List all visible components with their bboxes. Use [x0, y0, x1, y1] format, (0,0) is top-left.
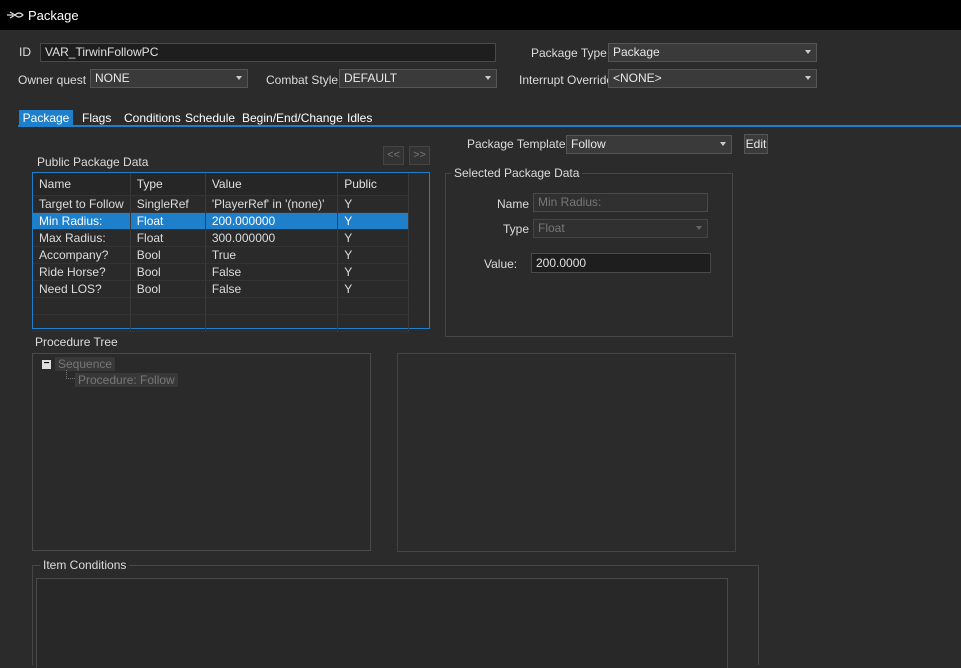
package-template-value: Follow — [571, 137, 606, 151]
collapse-icon[interactable]: − — [42, 359, 51, 369]
table-row-empty — [33, 314, 409, 332]
cell-name: Max Radius: — [33, 229, 131, 247]
selected-value-input[interactable]: 200.0000 — [531, 253, 711, 273]
combat-style-dropdown[interactable]: DEFAULT — [339, 69, 497, 88]
table-row[interactable]: Target to Follow SingleRef 'PlayerRef' i… — [33, 195, 409, 213]
id-input[interactable]: VAR_TirwinFollowPC — [40, 43, 496, 62]
selected-type-dropdown[interactable]: Float — [533, 219, 708, 238]
cell-type: Bool — [130, 280, 206, 298]
edit-button[interactable]: Edit — [744, 134, 768, 154]
chevron-down-icon — [236, 76, 242, 80]
chevron-down-icon — [805, 76, 811, 80]
cell-value: True — [205, 246, 339, 264]
procedure-tree-label: Procedure Tree — [35, 335, 118, 349]
app-icon — [7, 11, 24, 19]
cell-value: False — [205, 280, 339, 298]
cell-type: SingleRef — [130, 195, 206, 213]
selected-package-data-title: Selected Package Data — [451, 166, 583, 180]
cell-public: Y — [337, 263, 409, 281]
selected-value-label: Value: — [484, 257, 518, 271]
owner-quest-value: NONE — [95, 71, 130, 85]
owner-quest-label: Owner quest — [18, 73, 87, 87]
cell-name: Min Radius: — [33, 212, 131, 230]
chevron-down-icon — [720, 142, 726, 146]
cell-value: 'PlayerRef' in '(none)' — [205, 195, 339, 213]
table-row[interactable]: Max Radius: Float 300.000000 Y — [33, 229, 409, 247]
column-header-public[interactable]: Public — [337, 173, 409, 196]
package-type-dropdown[interactable]: Package — [608, 43, 817, 62]
column-header-value[interactable]: Value — [205, 173, 339, 196]
package-type-value: Package — [613, 45, 660, 59]
table-header-row: Name Type Value Public — [33, 173, 409, 196]
selected-type-label: Type — [503, 222, 530, 236]
cell-public: Y — [337, 195, 409, 213]
procedure-details-panel — [397, 353, 736, 552]
selected-name-field[interactable]: Min Radius: — [533, 193, 708, 212]
tab-idles[interactable]: Idles — [343, 110, 376, 126]
item-conditions-list[interactable] — [36, 578, 728, 668]
column-header-name[interactable]: Name — [33, 173, 131, 196]
tree-node-procedure[interactable]: Procedure: Follow — [75, 373, 178, 387]
cell-value: 300.000000 — [205, 229, 339, 247]
table-row[interactable]: Min Radius: Float 200.000000 Y — [33, 212, 409, 230]
combat-style-label: Combat Style — [266, 73, 339, 87]
interrupt-override-value: <NONE> — [613, 71, 662, 85]
selected-type-value: Float — [538, 221, 565, 235]
tab-begin-end-change[interactable]: Begin/End/Change — [238, 110, 347, 126]
table-row-empty — [33, 297, 409, 315]
item-conditions-title: Item Conditions — [40, 558, 130, 572]
public-package-data-label: Public Package Data — [37, 155, 149, 169]
id-label: ID — [19, 45, 31, 59]
table-row[interactable]: Need LOS? Bool False Y — [33, 280, 409, 298]
combat-style-value: DEFAULT — [344, 71, 398, 85]
chevron-down-icon — [696, 226, 702, 230]
package-type-label: Package Type — [531, 46, 607, 60]
table-row[interactable]: Ride Horse? Bool False Y — [33, 263, 409, 281]
cell-name: Target to Follow — [33, 195, 131, 213]
cell-type: Bool — [130, 246, 206, 264]
owner-quest-dropdown[interactable]: NONE — [90, 69, 248, 88]
chevron-down-icon — [485, 76, 491, 80]
tab-conditions[interactable]: Conditions — [120, 110, 185, 126]
cell-name: Ride Horse? — [33, 263, 131, 281]
cell-public: Y — [337, 229, 409, 247]
public-data-grid: Name Type Value Public Target to Follow … — [33, 173, 409, 332]
cell-type: Float — [130, 229, 206, 247]
cell-value: False — [205, 263, 339, 281]
tab-flags[interactable]: Flags — [78, 110, 115, 126]
prev-button[interactable]: << — [383, 146, 404, 165]
title-bar: Package — [0, 0, 961, 30]
package-template-label: Package Template — [467, 137, 566, 151]
interrupt-override-label: Interrupt Override — [519, 73, 614, 87]
chevron-down-icon — [805, 50, 811, 54]
cell-name: Need LOS? — [33, 280, 131, 298]
cell-name: Accompany? — [33, 246, 131, 264]
tree-connector — [66, 370, 75, 379]
cell-public: Y — [337, 280, 409, 298]
next-button[interactable]: >> — [409, 146, 430, 165]
cell-public: Y — [337, 212, 409, 230]
window-title: Package — [28, 8, 79, 23]
table-row[interactable]: Accompany? Bool True Y — [33, 246, 409, 264]
package-template-dropdown[interactable]: Follow — [566, 135, 732, 154]
selected-name-label: Name — [497, 197, 530, 211]
interrupt-override-dropdown[interactable]: <NONE> — [608, 69, 817, 88]
column-header-type[interactable]: Type — [130, 173, 206, 196]
tree-node-sequence[interactable]: Sequence — [55, 357, 116, 371]
cell-value: 200.000000 — [205, 212, 339, 230]
procedure-tree[interactable]: − Sequence Procedure: Follow — [32, 353, 371, 551]
cell-public: Y — [337, 246, 409, 264]
tab-schedule[interactable]: Schedule — [181, 110, 239, 126]
public-data-table[interactable]: Name Type Value Public Target to Follow … — [32, 172, 430, 332]
tab-package[interactable]: Package — [19, 110, 73, 126]
cell-type: Bool — [130, 263, 206, 281]
cell-type: Float — [130, 212, 206, 230]
